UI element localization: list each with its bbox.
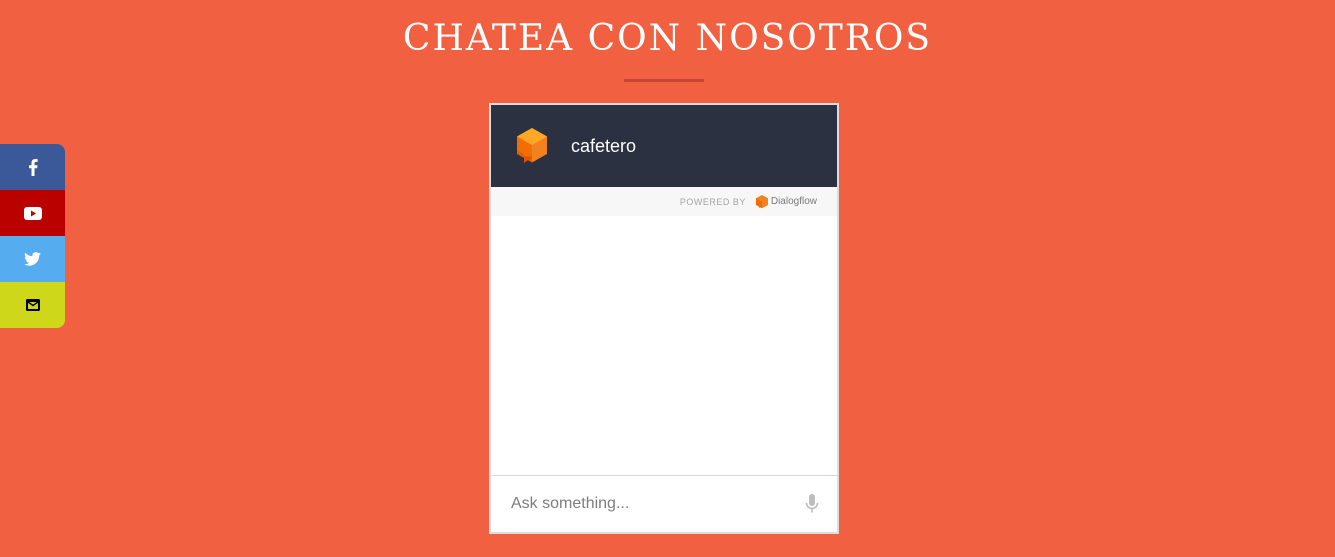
envelope-icon (25, 299, 40, 311)
chat-widget: cafetero POWERED BY Dialogflow (489, 103, 839, 534)
facebook-button[interactable] (0, 144, 65, 190)
twitter-button[interactable] (0, 236, 65, 282)
youtube-icon (23, 206, 42, 220)
dialogflow-logo-icon (755, 194, 768, 208)
microphone-icon[interactable] (805, 494, 819, 514)
page-title: CHATEA CON NOSOTROS (402, 18, 933, 59)
twitter-icon (24, 252, 41, 266)
powered-by-bar: POWERED BY Dialogflow (491, 187, 837, 216)
facebook-icon (28, 158, 38, 176)
chat-input[interactable] (509, 494, 805, 514)
dialogflow-brand[interactable]: Dialogflow (755, 194, 817, 209)
input-bar (491, 475, 837, 532)
bot-name: cafetero (571, 135, 637, 156)
dialogflow-label: Dialogflow (770, 196, 817, 207)
bot-avatar-icon (517, 128, 547, 163)
title-divider (624, 79, 704, 82)
chat-header: cafetero (491, 105, 837, 187)
message-area (491, 216, 837, 475)
social-sidebar (0, 144, 65, 328)
powered-by-label: POWERED BY (679, 196, 746, 207)
email-button[interactable] (0, 282, 65, 328)
youtube-button[interactable] (0, 190, 65, 236)
